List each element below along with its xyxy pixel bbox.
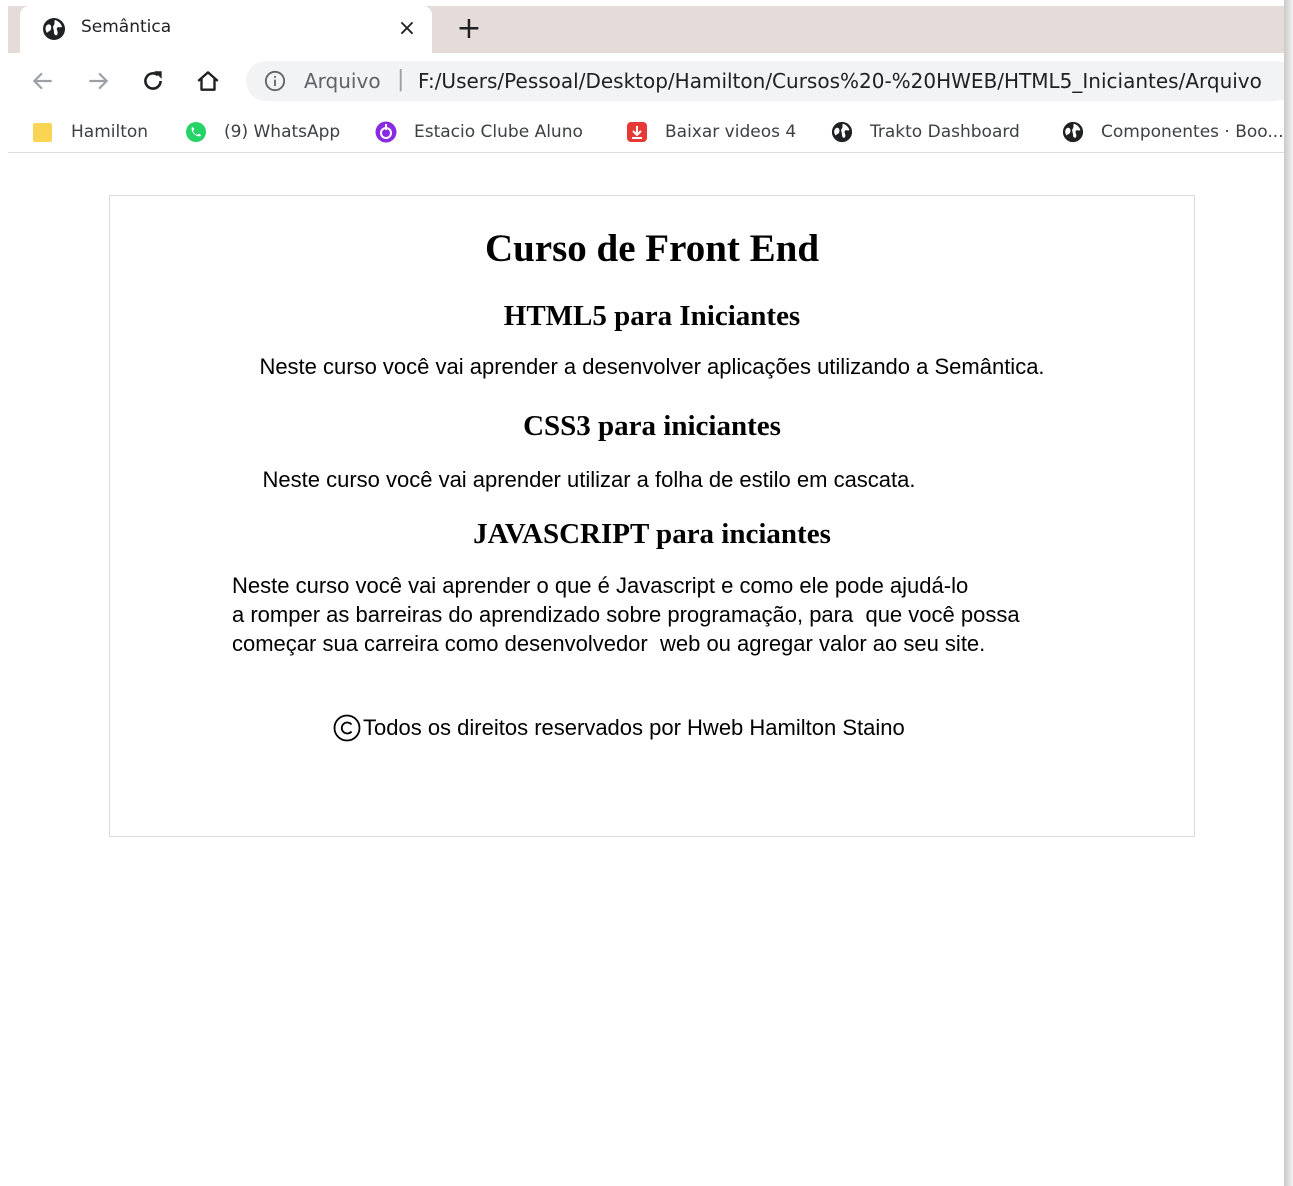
folder-icon	[33, 123, 52, 142]
window-edge-shadow	[1284, 0, 1293, 1186]
back-button[interactable]	[25, 63, 61, 99]
browser-window: Semântica × + Arquivo | F:/Users/Pessoal…	[8, 6, 1284, 1186]
page-viewport: Curso de Front End HTML5 para Iniciantes…	[8, 154, 1284, 1186]
section-text-javascript-line-1: Neste curso você vai aprender o que é Ja…	[232, 573, 969, 598]
download-icon	[627, 122, 647, 142]
globe-icon	[1062, 121, 1084, 143]
bookmark-label: Estacio Clube Aluno	[414, 122, 583, 142]
reload-icon	[144, 71, 162, 90]
globe-icon	[43, 18, 65, 40]
tab-strip: Semântica × +	[8, 6, 1284, 53]
url-text[interactable]: F:/Users/Pessoal/Desktop/Hamilton/Cursos…	[418, 69, 1262, 93]
section-text-html5: Neste curso você vai aprender a desenvol…	[259, 354, 1045, 379]
bookmark-whatsapp[interactable]: (9) WhatsApp	[185, 117, 340, 147]
info-icon[interactable]	[264, 70, 286, 92]
origin-label: Arquivo	[304, 69, 381, 93]
bookmark-componentes[interactable]: Componentes · Boo...	[1062, 117, 1284, 147]
home-button[interactable]	[190, 63, 226, 99]
tab-close-icon[interactable]: ×	[394, 16, 420, 42]
copyright-icon	[333, 714, 361, 742]
address-bar[interactable]: Arquivo | F:/Users/Pessoal/Desktop/Hamil…	[246, 61, 1284, 101]
omnibox-separator: |	[397, 67, 405, 92]
arrow-right-icon	[89, 72, 109, 90]
bookmark-baixar-videos[interactable]: Baixar videos 4	[626, 117, 796, 147]
bookmark-trakto[interactable]: Trakto Dashboard	[831, 117, 1020, 147]
home-icon	[197, 71, 219, 91]
bookmark-estacio[interactable]: Estacio Clube Aluno	[375, 117, 583, 147]
section-text-javascript-line-2: a romper as barreiras do aprendizado sob…	[232, 602, 1020, 627]
browser-toolbar: Arquivo | F:/Users/Pessoal/Desktop/Hamil…	[8, 53, 1284, 111]
tab-semantica[interactable]: Semântica ×	[20, 6, 432, 53]
bookmark-label: (9) WhatsApp	[224, 122, 341, 142]
globe-icon	[831, 121, 853, 143]
reload-button[interactable]	[135, 63, 171, 99]
section-text-css3: Neste curso você vai aprender utilizar a…	[262, 467, 916, 492]
new-tab-button[interactable]: +	[454, 14, 484, 44]
bookmark-label: Trakto Dashboard	[870, 122, 1020, 142]
bookmark-label: Hamilton	[71, 122, 149, 142]
section-heading-html5: HTML5 para Iniciantes	[503, 300, 801, 332]
content-box: Curso de Front End HTML5 para Iniciantes…	[109, 195, 1195, 837]
tab-title: Semântica	[81, 17, 172, 37]
footer-text: Todos os direitos reservados por Hweb Ha…	[363, 715, 905, 740]
footer: Todos os direitos reservados por Hweb Ha…	[333, 714, 905, 742]
bookmark-label: Baixar videos 4	[665, 122, 797, 142]
forward-button[interactable]	[80, 63, 116, 99]
section-heading-javascript: JAVASCRIPT para inciantes	[473, 518, 831, 550]
bookmark-hamilton[interactable]: Hamilton	[32, 117, 148, 147]
page-title: Curso de Front End	[484, 227, 820, 270]
section-heading-css3: CSS3 para iniciantes	[523, 410, 781, 442]
bookmarks-bar: Hamilton (9) WhatsApp Estacio Clube Alun…	[8, 111, 1284, 153]
whatsapp-icon	[186, 122, 206, 142]
section-text-javascript-line-3: começar sua carreira como desenvolvedor …	[232, 631, 986, 656]
arrow-left-icon	[32, 72, 52, 90]
estacio-icon	[375, 121, 397, 143]
bookmark-label: Componentes · Boo...	[1101, 122, 1284, 142]
